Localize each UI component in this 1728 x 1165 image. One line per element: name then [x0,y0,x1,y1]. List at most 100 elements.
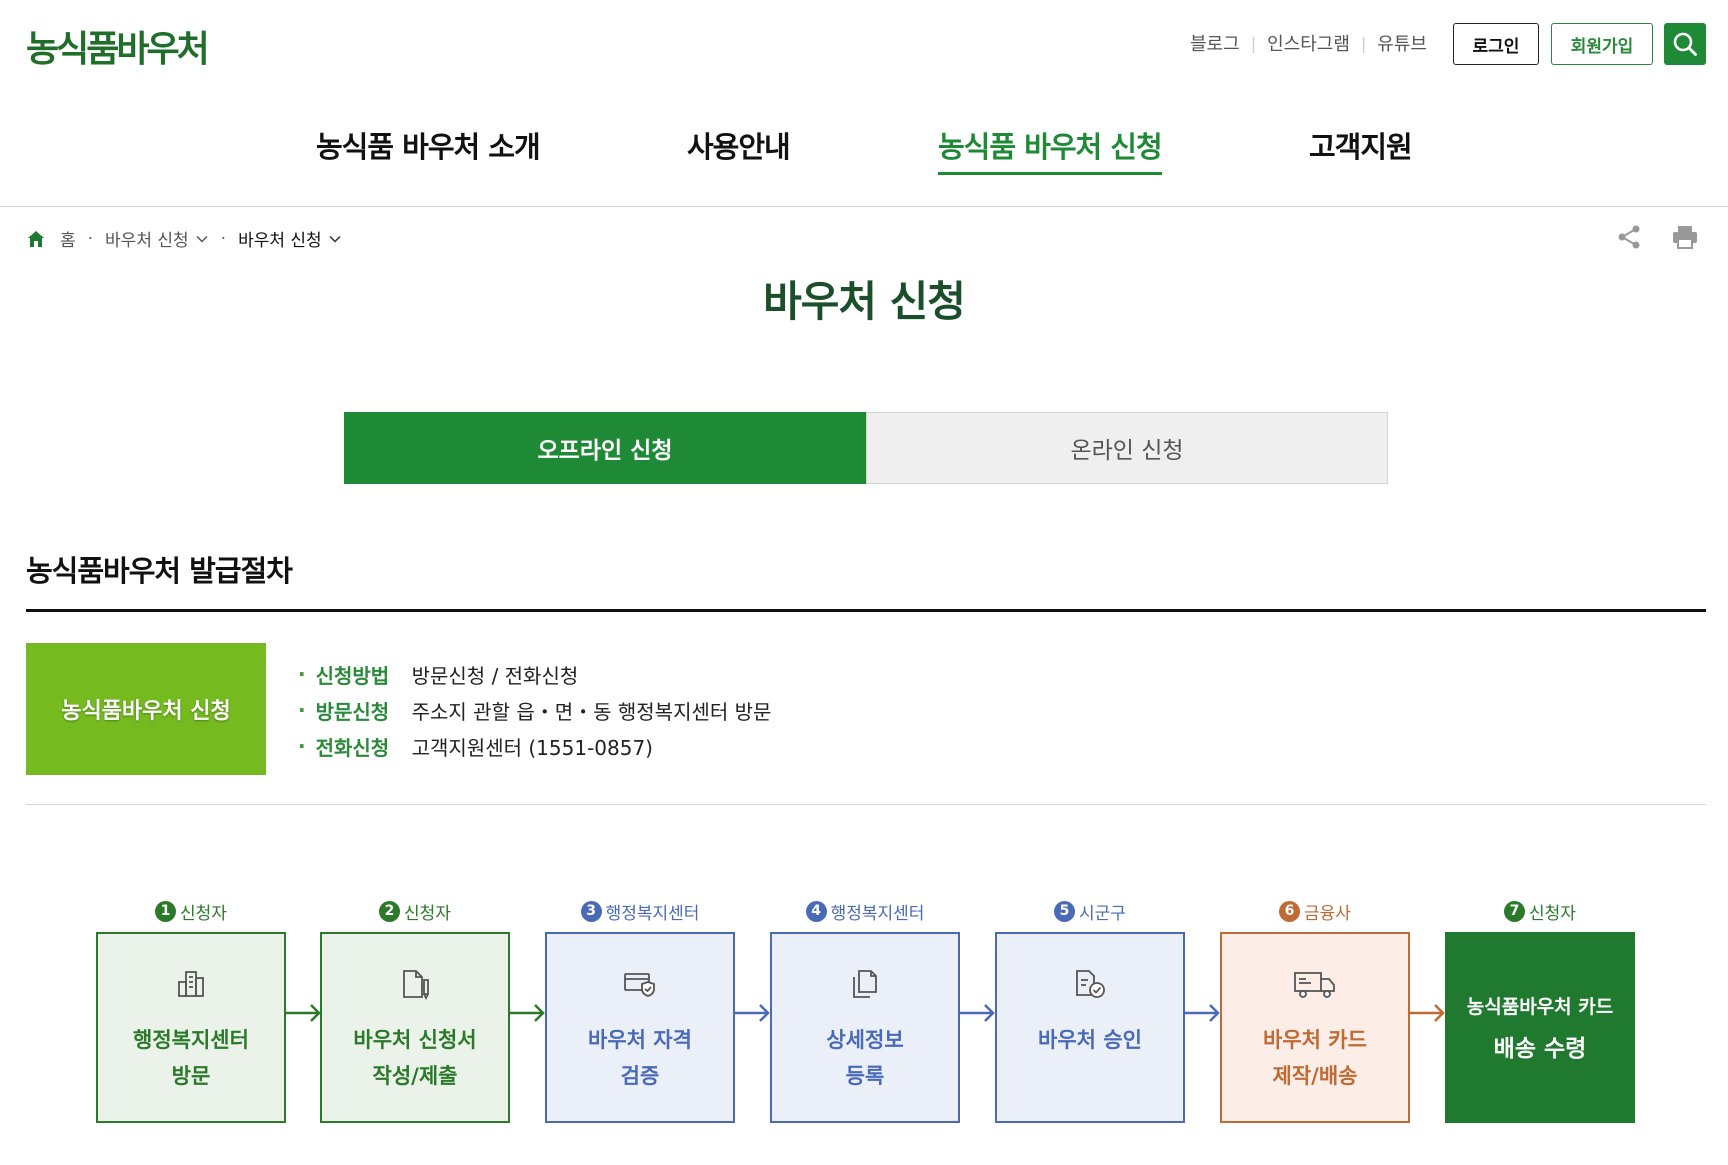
arrow-right-icon [1185,1004,1220,1022]
login-button[interactable]: 로그인 [1453,23,1539,65]
chevron-down-icon[interactable] [195,232,209,246]
step-actor: 신청자 [180,903,227,924]
utility-links: 블로그 | 인스타그램 | 유튜브 [1190,30,1427,56]
process-step-1: 1 신청자 행정복지센터 방문 [96,896,286,1123]
step-label: 바우처 카드 제작/배송 [1263,1028,1367,1088]
apply-info-list: · 신청방법 방문신청 / 전화신청 · 방문신청 주소지 관할 읍・면・동 행… [298,656,771,764]
breadcrumb-home[interactable]: 홈 [60,226,76,251]
step-box: 바우처 자격 검증 [545,932,735,1123]
nav-item-support[interactable]: 고객지원 [1309,124,1413,166]
page-title: 바우처 신청 [763,277,966,326]
step-label: 행정복지센터 방문 [133,1028,249,1088]
breadcrumb-separator: · [87,228,94,249]
step-label: 상세정보 등록 [826,1028,904,1088]
step-number: 4 [805,900,827,922]
list-item: · 전화신청 고객지원센터 (1551-0857) [298,728,771,764]
step-number: 6 [1279,900,1301,922]
list-item: · 신청방법 방문신청 / 전화신청 [298,656,771,692]
arrow-right-icon [735,1004,770,1022]
document-check-icon [1076,970,1105,998]
step-number: 5 [1054,900,1076,922]
info-value: 주소지 관할 읍・면・동 행정복지센터 방문 [411,699,772,724]
step-actor: 금융사 [1304,903,1351,924]
card-shield-icon [624,973,655,997]
home-icon[interactable] [26,229,46,249]
process-step-5: 5 시군구 바우처 승인 [995,896,1185,1123]
tab-offline[interactable]: 오프라인 신청 [344,412,866,484]
nav-item-apply[interactable]: 농식품 바우처 신청 [938,124,1163,175]
search-button[interactable] [1664,23,1706,65]
step-header: 5 시군구 [995,896,1185,926]
step-number: 3 [580,900,602,922]
step-box: 바우처 카드 제작/배송 [1220,932,1410,1123]
list-item: · 방문신청 주소지 관할 읍・면・동 행정복지센터 방문 [298,692,771,728]
step-header: 4 행정복지센터 [770,896,960,926]
documents-icon [853,970,877,998]
blog-link[interactable]: 블로그 [1190,30,1240,56]
step-label: 바우처 신청서 작성/제출 [353,1028,477,1088]
step-box: 농식품바우처 카드 배송 수령 [1445,932,1635,1123]
chevron-down-icon[interactable] [328,232,342,246]
tab-online[interactable]: 온라인 신청 [866,412,1388,484]
step-header: 2 신청자 [320,896,510,926]
step-number: 1 [155,900,177,922]
process-step-2: 2 신청자 바우처 신청서 작성/제출 [320,896,510,1123]
nav-item-guide[interactable]: 사용안내 [687,124,791,166]
process-step-3: 3 행정복지센터 바우처 자격 검증 [545,896,735,1123]
info-label: 신청방법 [315,663,390,688]
step-header: 1 신청자 [96,896,286,926]
arrow-right-icon [1410,1004,1445,1022]
breadcrumb-level2[interactable]: 바우처 신청 [238,226,322,251]
instagram-link[interactable]: 인스타그램 [1267,30,1350,56]
step-box: 바우처 승인 [995,932,1185,1123]
step-number: 2 [379,900,401,922]
site-logo[interactable]: 농식품바우처 [26,20,210,72]
divider [26,804,1706,805]
bullet: · [298,698,306,722]
apply-tabs: 오프라인 신청 온라인 신청 [344,412,1388,484]
bullet: · [298,734,306,758]
step-box: 상세정보 등록 [770,932,960,1123]
step-label: 농식품바우처 카드 [1466,996,1614,1018]
info-value: 방문신청 / 전화신청 [411,663,579,688]
breadcrumb-separator: · [220,228,227,249]
share-icon[interactable] [1616,224,1642,254]
divider: | [1250,33,1257,53]
process-step-6: 6 금융사 바우처 카드 제작/배송 [1220,896,1410,1123]
youtube-link[interactable]: 유튜브 [1377,30,1427,56]
step-number: 7 [1504,900,1526,922]
info-label: 방문신청 [315,699,390,724]
step-label: 배송 수령 [1493,1036,1587,1062]
delivery-truck-icon [1294,972,1335,998]
breadcrumb-level1[interactable]: 바우처 신청 [105,226,189,251]
step-box: 행정복지센터 방문 [96,932,286,1123]
step-actor: 신청자 [1529,903,1576,924]
process-step-4: 4 행정복지센터 상세정보 등록 [770,896,960,1123]
document-pen-icon [403,970,429,1000]
step-actor: 행정복지센터 [605,903,700,924]
step-header: 7 신청자 [1445,896,1635,926]
bullet: · [298,662,306,686]
step-header: 3 행정복지센터 [545,896,735,926]
step-header: 6 금융사 [1220,896,1410,926]
print-icon[interactable] [1671,224,1699,254]
nav-item-intro[interactable]: 농식품 바우처 소개 [316,124,541,166]
arrow-right-icon [960,1004,995,1022]
section-title: 농식품바우처 발급절차 [26,554,293,588]
step-label: 바우처 자격 검증 [588,1028,692,1088]
info-label: 전화신청 [315,735,390,760]
step-actor: 신청자 [404,903,451,924]
join-button[interactable]: 회원가입 [1551,23,1653,65]
breadcrumb: 홈 · 바우처 신청 · 바우처 신청 [26,226,342,251]
building-icon [178,971,204,997]
step-actor: 행정복지센터 [830,903,925,924]
arrow-right-icon [286,1004,321,1022]
apply-box: 농식품바우처 신청 [26,643,266,775]
info-value: 고객지원센터 (1551-0857) [411,735,653,760]
header-divider [0,206,1728,207]
step-label: 바우처 승인 [1038,1028,1142,1052]
step-box: 바우처 신청서 작성/제출 [320,932,510,1123]
search-icon [1673,32,1697,56]
step-actor: 시군구 [1079,903,1126,924]
arrow-right-icon [510,1004,545,1022]
